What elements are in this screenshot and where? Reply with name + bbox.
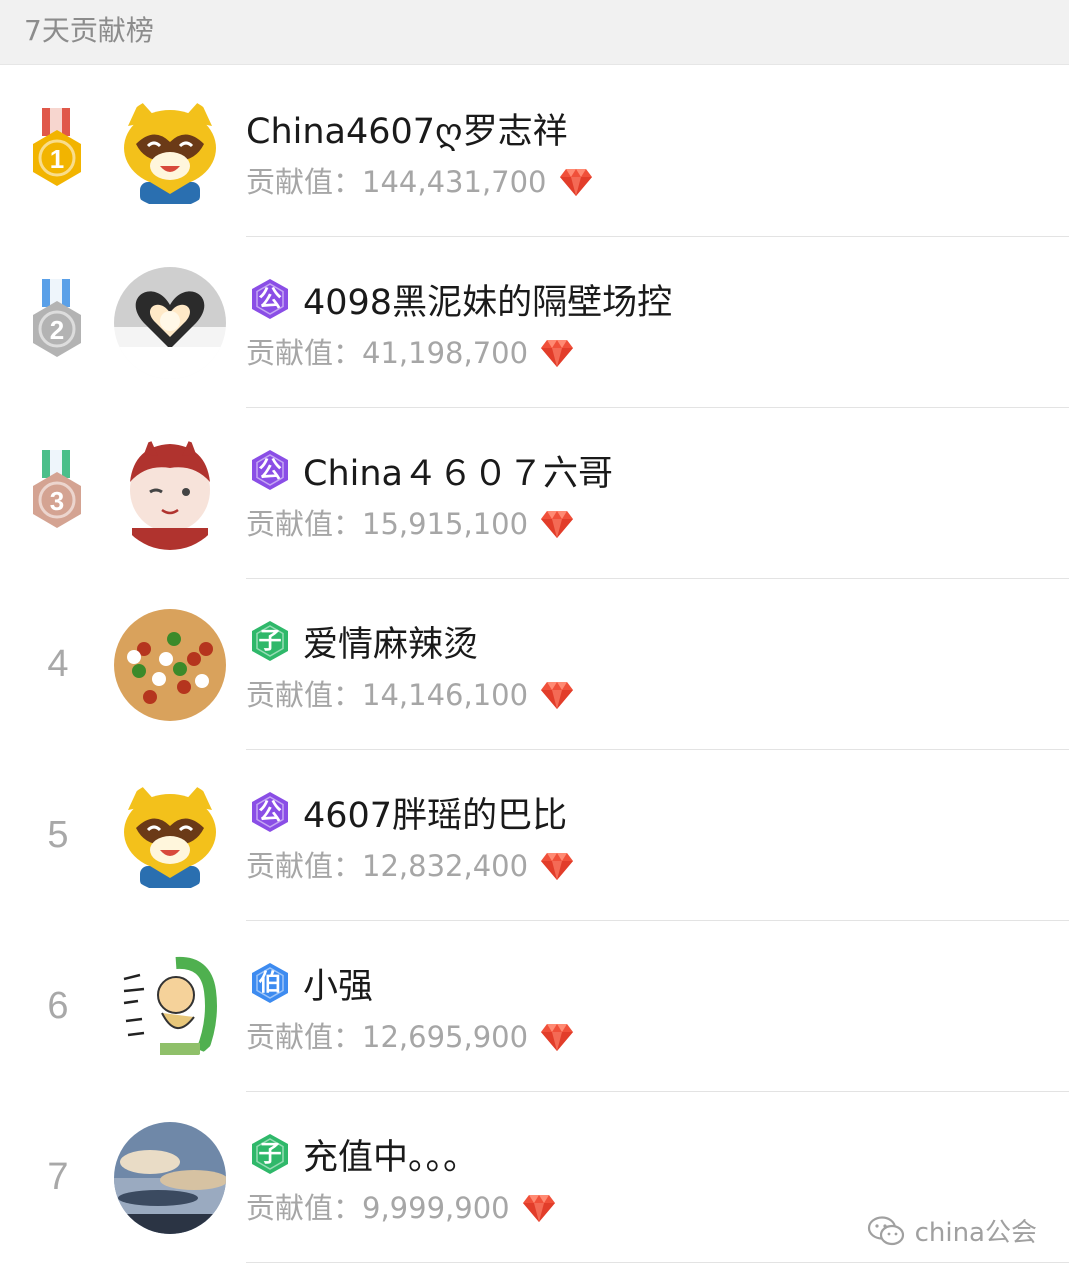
value-label: 贡献值： (246, 1020, 363, 1054)
badge-bo-icon: 伯 (248, 961, 292, 1005)
value-number: 14,146,100 (362, 678, 529, 712)
diamond-gem-icon (540, 338, 574, 368)
user-avatar[interactable] (114, 780, 226, 892)
wechat-icon (867, 1215, 905, 1247)
user-name[interactable]: 4098黑泥妹的隔壁场控 (303, 281, 672, 325)
diamond-gem-icon (540, 851, 574, 881)
badge-label: 公 (258, 799, 282, 825)
user-avatar[interactable] (114, 609, 226, 721)
page-title: 7天贡献榜 (24, 14, 154, 47)
user-name[interactable]: China４６０７六哥 (303, 452, 613, 496)
diamond-gem-icon (522, 1193, 556, 1223)
leaderboard-row[interactable]: 1 China4607ღ罗志祥贡献值： 144,431,700 (0, 66, 1069, 237)
badge-label: 子 (258, 628, 282, 654)
user-name[interactable]: China4607ღ罗志祥 (246, 110, 568, 154)
value-number: 12,695,900 (362, 1020, 529, 1054)
value-number: 9,999,900 (362, 1191, 510, 1225)
user-avatar[interactable] (114, 951, 226, 1063)
contribution-value: 贡献值： 9,999,900 (246, 1188, 556, 1228)
user-name[interactable]: 小强 (303, 965, 373, 1009)
user-name[interactable]: 4607胖瑶的巴比 (303, 794, 567, 838)
value-label: 贡献值： (246, 507, 363, 541)
svg-text:1: 1 (50, 144, 64, 174)
leaderboard-row[interactable]: 6 伯小强贡献值： 12,695,900 (0, 921, 1069, 1092)
contribution-value: 贡献值： 144,431,700 (246, 162, 593, 202)
leaderboard-row[interactable]: 5 公 4607胖瑶的巴比贡献值： 12,832,400 (0, 750, 1069, 921)
leaderboard-row[interactable]: 4 子爱情麻辣烫贡献值： 14,146,100 (0, 579, 1069, 750)
rank-number: 5 (47, 814, 69, 856)
contribution-value: 贡献值： 14,146,100 (246, 675, 574, 715)
svg-text:3: 3 (50, 486, 64, 516)
diamond-gem-icon (559, 167, 593, 197)
value-label: 贡献值： (246, 678, 363, 712)
rank-number: 4 (47, 643, 69, 685)
watermark: china公会 (867, 1212, 1037, 1249)
value-label: 贡献值： (246, 1191, 363, 1225)
diamond-gem-icon (540, 680, 574, 710)
leaderboard-row[interactable]: 2 公 4098黑泥妹的隔壁场控贡献值： 41,198,700 (0, 237, 1069, 408)
value-number: 15,915,100 (362, 507, 529, 541)
rank-medal-bronze-icon: 3 (22, 448, 92, 536)
watermark-text: china公会 (914, 1218, 1037, 1248)
value-number: 12,832,400 (362, 849, 529, 883)
badge-label: 伯 (258, 970, 282, 996)
contribution-leaderboard: 7天贡献榜 1 China4607ღ罗志祥 贡献值： 144,431,700 2 公 409… (0, 0, 1069, 1280)
contribution-value: 贡献值： 41,198,700 (246, 333, 574, 373)
rank-medal-gold-icon: 1 (22, 106, 92, 194)
value-label: 贡献值： (246, 849, 363, 883)
badge-gong-icon: 公 (248, 277, 292, 321)
user-avatar[interactable] (114, 267, 226, 379)
contribution-value: 贡献值： 15,915,100 (246, 504, 574, 544)
badge-gong-icon: 公 (248, 448, 292, 492)
badge-gong-icon: 公 (248, 790, 292, 834)
header-bar: 7天贡献榜 (0, 0, 1069, 65)
row-divider (246, 1262, 1069, 1263)
value-number: 41,198,700 (362, 336, 529, 370)
value-number: 144,431,700 (362, 165, 547, 199)
rank-medal-silver-icon: 2 (22, 277, 92, 365)
badge-zi-icon: 子 (248, 619, 292, 663)
contribution-value: 贡献值： 12,695,900 (246, 1017, 574, 1057)
user-avatar[interactable] (114, 438, 226, 550)
user-name[interactable]: 充值中。。。 (303, 1136, 478, 1180)
rank-number: 7 (47, 1156, 69, 1198)
rank-number: 6 (47, 985, 69, 1027)
value-label: 贡献值： (246, 336, 363, 370)
svg-text:2: 2 (50, 315, 64, 345)
user-name[interactable]: 爱情麻辣烫 (303, 623, 478, 667)
badge-zi-icon: 子 (248, 1132, 292, 1176)
contribution-value: 贡献值： 12,832,400 (246, 846, 574, 886)
user-avatar[interactable] (114, 96, 226, 208)
badge-label: 公 (258, 286, 282, 312)
badge-label: 子 (258, 1141, 282, 1167)
value-label: 贡献值： (246, 165, 363, 199)
user-avatar[interactable] (114, 1122, 226, 1234)
diamond-gem-icon (540, 509, 574, 539)
badge-label: 公 (258, 457, 282, 483)
leaderboard-row[interactable]: 3 公 China４６０７六哥贡献值： 15,915,100 (0, 408, 1069, 579)
diamond-gem-icon (540, 1022, 574, 1052)
